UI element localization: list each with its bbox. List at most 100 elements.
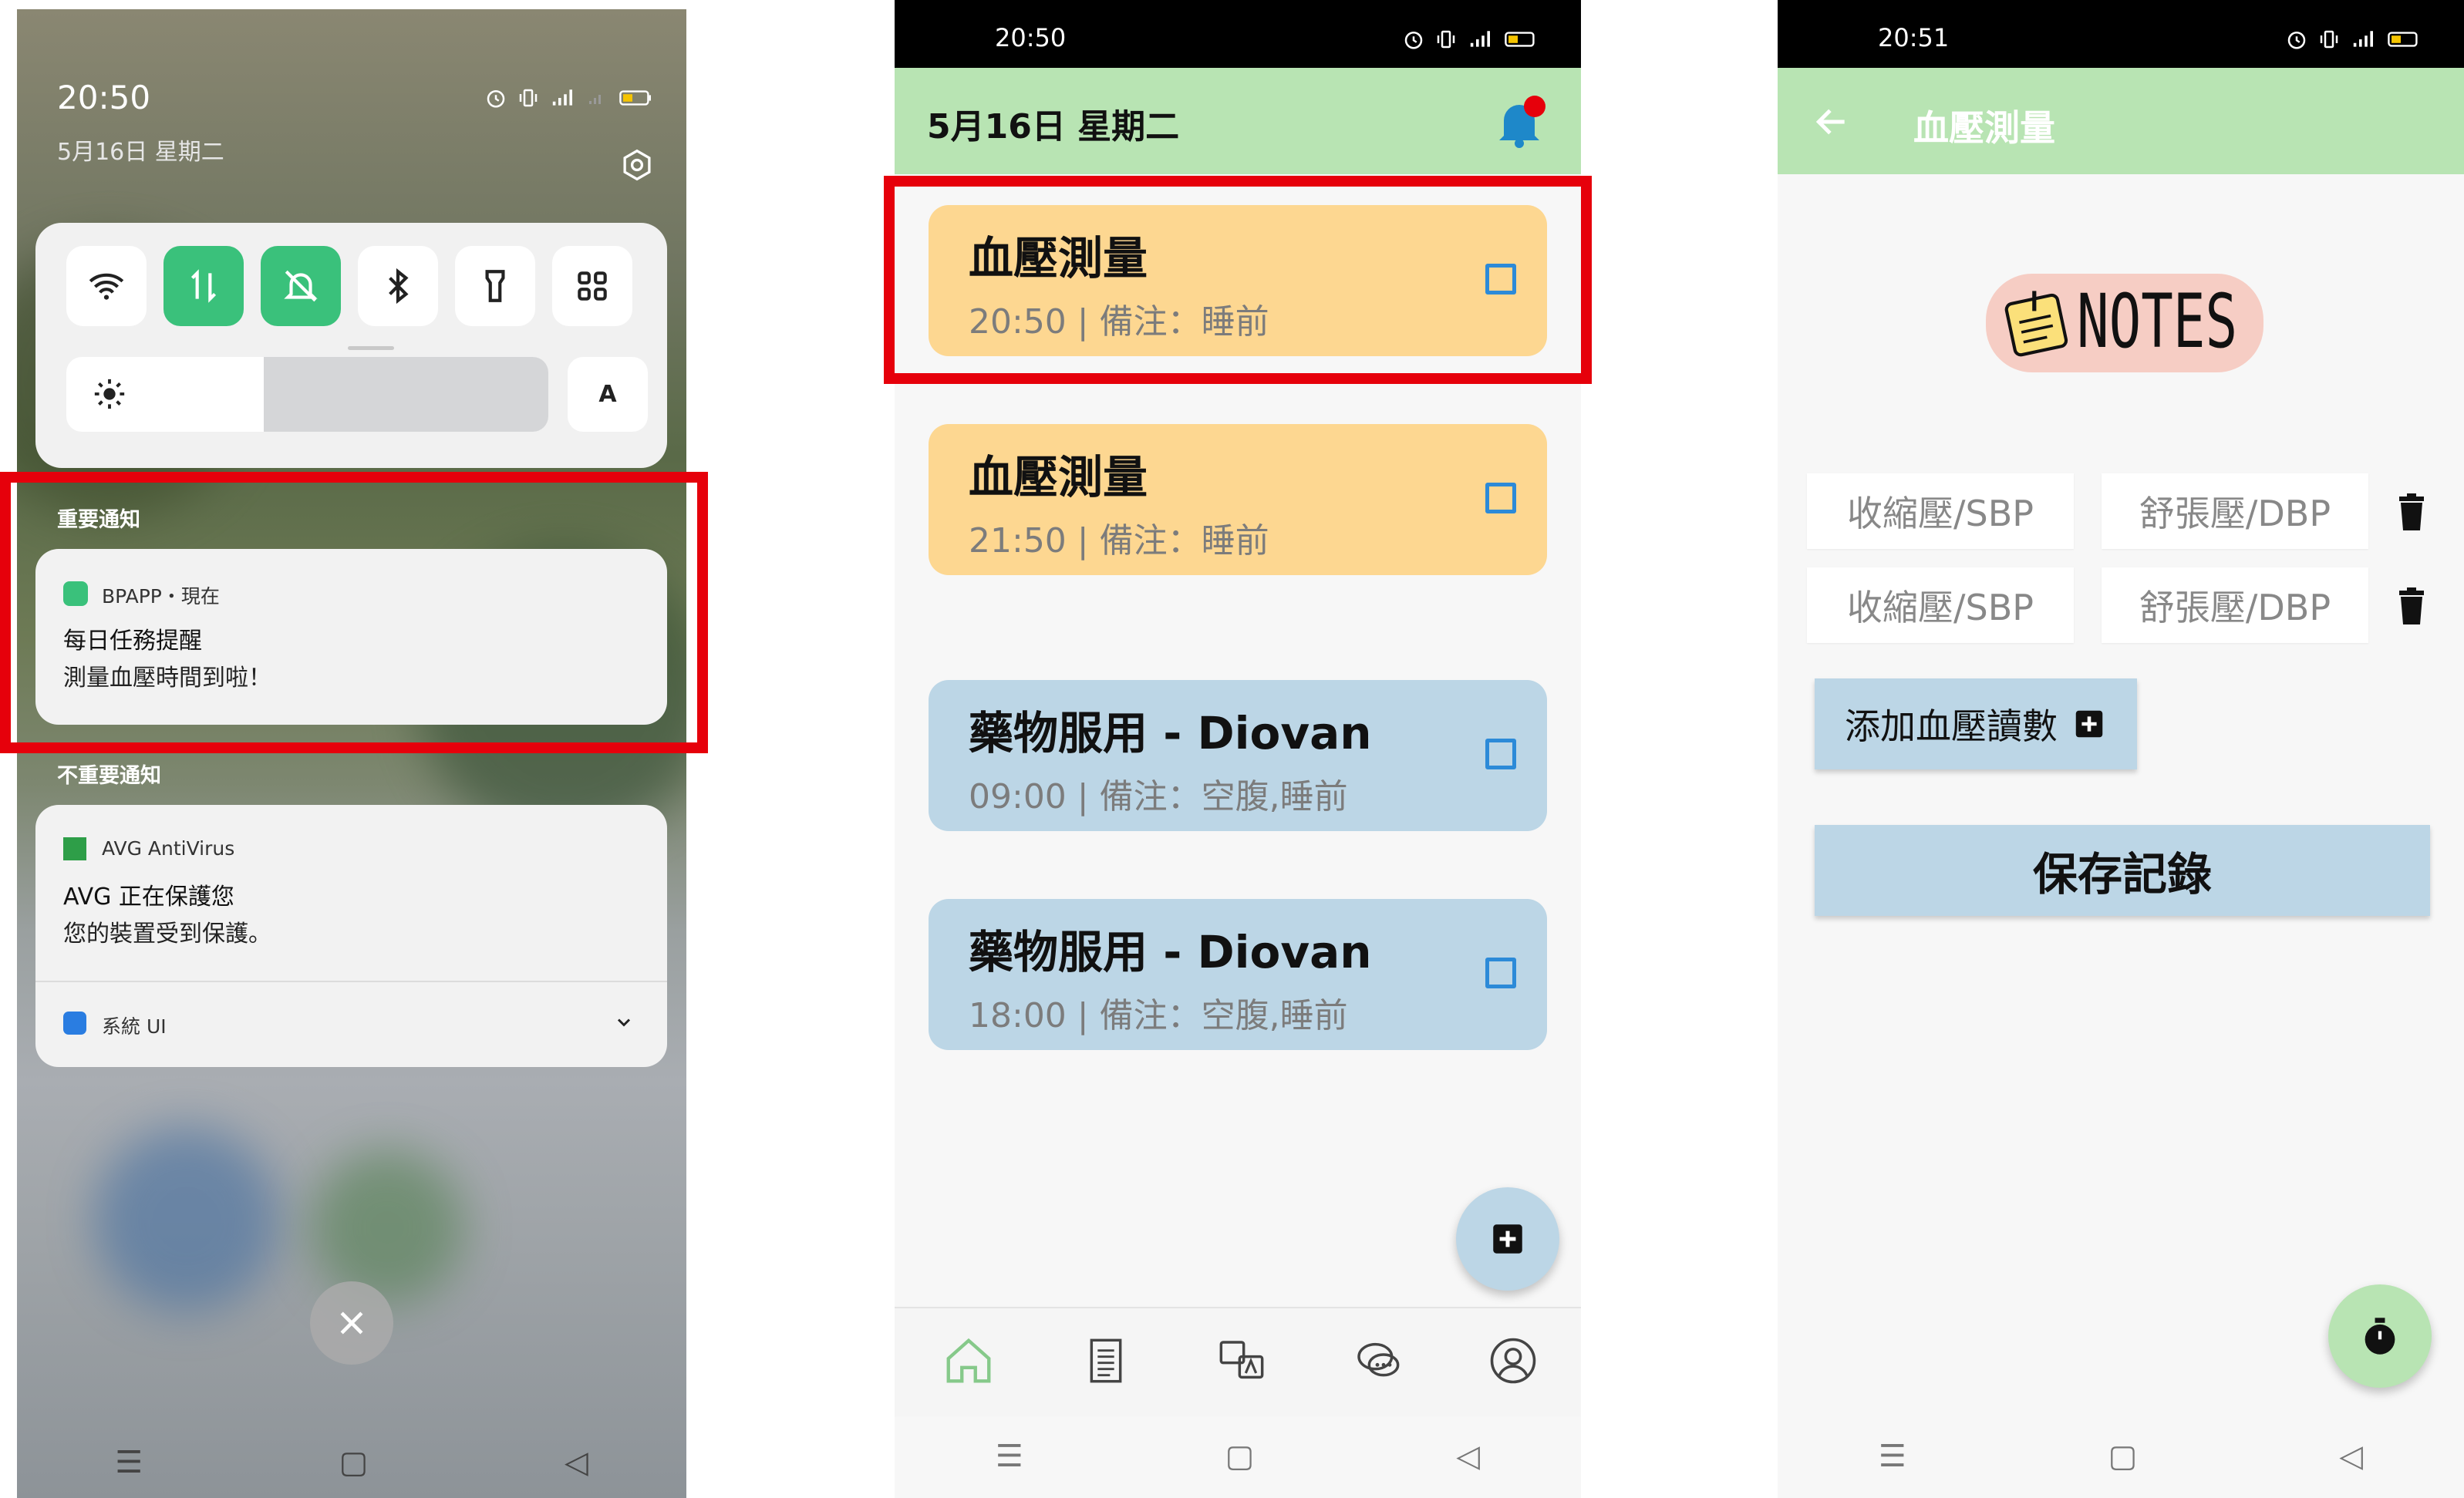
trash-icon	[2399, 493, 2424, 530]
font-size-tile[interactable]: A	[568, 357, 648, 432]
bottom-navigation	[895, 1307, 1581, 1416]
status-icons	[2285, 28, 2424, 51]
save-record-button[interactable]: 保存記錄	[1815, 825, 2430, 916]
mobile-data-icon	[190, 269, 217, 303]
profile-icon[interactable]	[1482, 1330, 1544, 1392]
close-icon	[340, 1311, 363, 1335]
task-title: 血壓測量	[969, 451, 1148, 503]
apps-tile[interactable]	[552, 246, 632, 326]
system-nav-bar: ☰ ▢ ◁	[1778, 1415, 2464, 1498]
task-checkbox[interactable]	[1485, 958, 1516, 988]
system-nav-bar: ☰ ▢ ◁	[895, 1415, 1581, 1498]
add-task-button[interactable]	[1456, 1187, 1559, 1291]
status-icons	[484, 86, 656, 109]
clear-all-button[interactable]	[310, 1281, 393, 1365]
notification-app-name: AVG AntiVirus	[102, 837, 235, 860]
back-arrow-icon	[1815, 109, 1845, 135]
translate-icon[interactable]	[1211, 1330, 1272, 1392]
page-title: 5月16日 星期二	[927, 107, 1180, 146]
back-nav-icon[interactable]: ◁	[2339, 1439, 2363, 1474]
alarm-icon	[2287, 32, 2306, 49]
home-nav-icon[interactable]: ▢	[1225, 1439, 1255, 1474]
mobile-data-tile[interactable]	[163, 246, 244, 326]
task-title: 藥物服用 - Diovan	[969, 926, 1372, 978]
wifi-tile[interactable]	[66, 246, 147, 326]
recents-icon[interactable]: ☰	[115, 1445, 143, 1480]
recents-icon[interactable]: ☰	[996, 1439, 1023, 1474]
home-nav-icon[interactable]: ▢	[339, 1445, 369, 1480]
task-checkbox[interactable]	[1485, 739, 1516, 769]
signal-icon	[2353, 31, 2373, 47]
avg-notification[interactable]: AVG AntiVirus AVG 正在保護您 您的裝置受到保護。 系統 UI	[35, 805, 667, 1067]
signal-icon	[1470, 31, 1490, 47]
settings-gear-icon[interactable]	[619, 146, 656, 183]
trash-icon	[2399, 587, 2424, 624]
silent-bell-icon	[284, 270, 318, 302]
notification-bell-button[interactable]	[1488, 91, 1550, 153]
task-card[interactable]: 藥物服用 - Diovan 09:00 | 備注：空腹,睡前	[929, 680, 1547, 831]
flashlight-icon	[485, 270, 505, 302]
bell-icon	[1499, 96, 1545, 148]
silent-tile[interactable]	[261, 246, 341, 326]
back-nav-icon[interactable]: ◁	[565, 1445, 588, 1480]
recents-icon[interactable]: ☰	[1879, 1439, 1906, 1474]
status-bar: 20:50	[895, 0, 1581, 68]
notification-shade-screen: 20:50 5月16日 星期二 A 重要通知 BPAPP・現在 每日任務提醒 測…	[17, 9, 686, 1498]
notes-logo: NOTES	[1986, 266, 2263, 382]
status-time: 20:50	[995, 23, 1067, 52]
back-button[interactable]	[1808, 99, 1855, 145]
alarm-icon	[1404, 32, 1423, 49]
vibrate-icon	[2320, 30, 2338, 49]
delete-row-button[interactable]	[2393, 490, 2430, 534]
timer-button[interactable]	[2328, 1284, 2432, 1388]
vibrate-icon	[1437, 30, 1455, 49]
signal-icon	[552, 89, 572, 106]
highlight-box	[0, 472, 708, 753]
add-reading-button[interactable]: 添加血壓讀數	[1815, 678, 2137, 769]
vibrate-icon	[519, 89, 538, 107]
back-nav-icon[interactable]: ◁	[1456, 1439, 1480, 1474]
panel-drag-handle[interactable]	[348, 346, 394, 350]
notepad-icon	[2004, 291, 2068, 357]
dbp-input[interactable]: 舒張壓/DBP	[2102, 473, 2368, 549]
status-icons	[1402, 28, 1541, 51]
bluetooth-tile[interactable]	[358, 246, 438, 326]
quick-settings-panel: A	[35, 223, 667, 468]
task-card[interactable]: 血壓測量 21:50 | 備注：睡前	[929, 424, 1547, 575]
blood-pressure-form-screen: 20:51 血壓測量 NOTES 收縮壓/SBP 舒張壓/DBP 收縮壓/SBP…	[1778, 0, 2464, 1498]
system-nav-bar: ☰ ▢ ◁	[17, 1428, 686, 1497]
delete-row-button[interactable]	[2393, 584, 2430, 628]
document-icon[interactable]	[1075, 1330, 1137, 1392]
add-square-icon	[1493, 1224, 1522, 1254]
sbp-input[interactable]: 收縮壓/SBP	[1807, 567, 2074, 643]
chat-icon[interactable]	[1347, 1330, 1408, 1392]
home-nav-icon[interactable]: ▢	[2108, 1439, 2138, 1474]
status-time: 20:51	[1878, 23, 1950, 52]
apps-grid-icon	[578, 271, 607, 301]
flashlight-tile[interactable]	[455, 246, 535, 326]
sbp-input[interactable]: 收縮壓/SBP	[1807, 473, 2074, 549]
dbp-input[interactable]: 舒張壓/DBP	[2102, 567, 2368, 643]
app-header: 5月16日 星期二	[895, 68, 1581, 174]
chevron-down-icon[interactable]	[608, 1007, 639, 1038]
signal2-icon	[589, 95, 601, 104]
stopwatch-icon	[2365, 1318, 2395, 1355]
add-square-icon	[2075, 710, 2103, 738]
notification-body: 您的裝置受到保護。	[63, 921, 271, 948]
task-card[interactable]: 藥物服用 - Diovan 18:00 | 備注：空腹,睡前	[929, 899, 1547, 1050]
battery-icon	[2388, 32, 2418, 47]
system-ui-icon	[63, 1012, 86, 1035]
task-subtitle: 09:00 | 備注：空腹,睡前	[969, 777, 1348, 816]
brightness-slider[interactable]	[66, 357, 548, 432]
notes-logo-text: NOTES	[2077, 278, 2238, 365]
home-icon[interactable]	[938, 1330, 999, 1392]
wifi-icon	[89, 273, 124, 300]
alarm-icon	[487, 90, 505, 108]
unimportant-section-label: 不重要通知	[57, 764, 161, 788]
shade-date: 5月16日 星期二	[57, 139, 224, 166]
battery-icon	[1505, 32, 1535, 47]
task-subtitle: 21:50 | 備注：睡前	[969, 521, 1269, 560]
task-checkbox[interactable]	[1485, 483, 1516, 513]
notification-title: AVG 正在保護您	[63, 884, 234, 911]
bluetooth-icon	[389, 268, 409, 305]
